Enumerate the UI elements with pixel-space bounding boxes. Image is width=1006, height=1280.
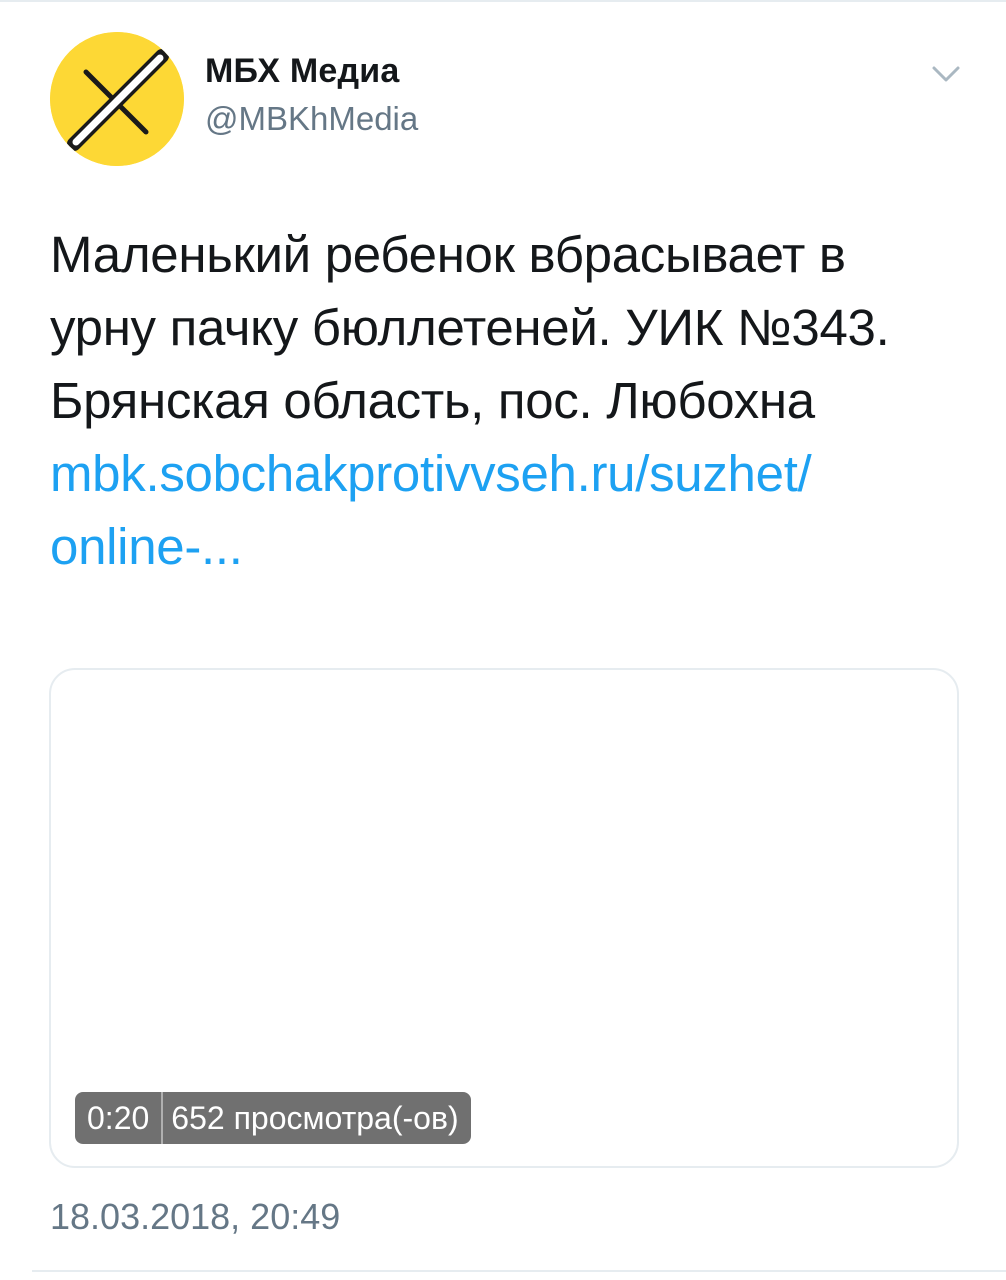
user-handle[interactable]: @MBKhMedia — [205, 100, 418, 138]
video-view-count: 652 просмотра(-ов) — [171, 1100, 459, 1136]
mbkh-logo-icon — [50, 32, 184, 166]
display-name[interactable]: МБХ Медиа — [205, 52, 399, 91]
tweet-timestamp[interactable]: 18.03.2018, 20:49 — [50, 1196, 340, 1238]
tweet-menu-button[interactable] — [926, 58, 966, 92]
tweet-link-line: online-... — [50, 518, 243, 575]
tweet-text-line: Маленький ребенок вбрасывает в — [50, 226, 846, 283]
video-card[interactable]: 0:20 652 просмотра(-ов) — [49, 668, 959, 1168]
tweet-link[interactable]: mbk.sobchakprotivvseh.ru/suzhet/ online-… — [50, 437, 970, 583]
video-info-badge: 0:20 652 просмотра(-ов) — [75, 1092, 471, 1144]
chevron-down-icon — [932, 66, 960, 82]
tweet-link-line: mbk.sobchakprotivvseh.ru/suzhet/ — [50, 445, 812, 502]
video-duration: 0:20 — [87, 1100, 150, 1136]
tweet-text-line: Брянская область, пос. Любохна — [50, 372, 815, 429]
tweet-text: Маленький ребенок вбрасывает в урну пачк… — [50, 218, 970, 437]
top-divider — [0, 0, 1006, 2]
avatar[interactable] — [50, 32, 184, 166]
tweet-text-line: урну пачку бюллетеней. УИК №343. — [50, 299, 890, 356]
bottom-divider — [32, 1270, 1006, 1272]
